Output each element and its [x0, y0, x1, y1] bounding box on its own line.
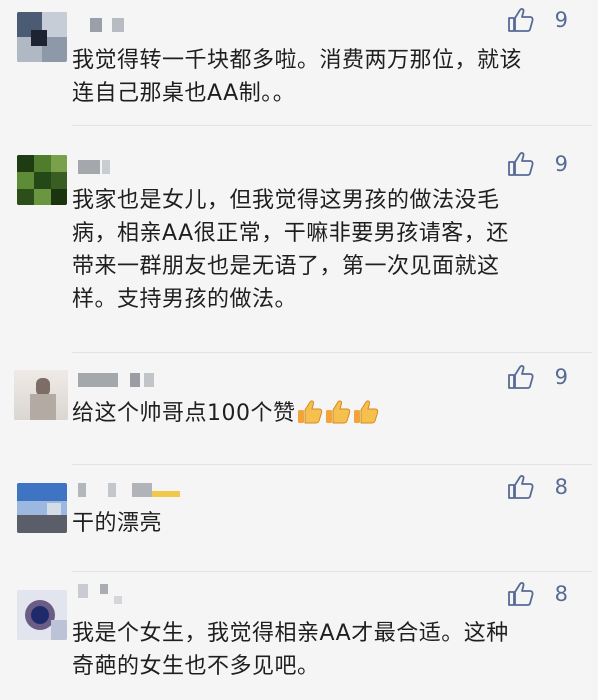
like-count: 8: [554, 475, 568, 499]
thumbs-up-icon[interactable]: [506, 363, 536, 391]
avatar[interactable]: [17, 12, 67, 62]
comment-item: 9 我家也是女儿，但我觉得这男孩的做法没毛病，相亲AA很正常，干嘛非要男孩请客，…: [0, 126, 592, 352]
comment-text: 我觉得转一千块都多啦。消费两万那位，就该连自己那桌也AA制。。: [72, 48, 523, 106]
comment-item: 8 我是个女生，我觉得相亲AA才最合适。这种奇葩的女生也不多见吧。: [0, 572, 592, 700]
comment-text: 我是个女生，我觉得相亲AA才最合适。这种奇葩的女生也不多见吧。: [72, 621, 509, 679]
comment-text: 我家也是女儿，但我觉得这男孩的做法没毛病，相亲AA很正常，干嘛非要男孩请客，还带…: [72, 188, 509, 312]
thumbs-up-emoji-icon: [297, 400, 322, 424]
like-count: 9: [554, 365, 568, 389]
like-count: 9: [554, 8, 568, 32]
thumbs-up-emoji-icon: [353, 400, 378, 424]
thumbs-up-icon[interactable]: [506, 580, 536, 608]
comment-item: 9 给这个帅哥点100个赞: [0, 353, 592, 464]
comment-item: 9 我觉得转一千块都多啦。消费两万那位，就该连自己那桌也AA制。。: [0, 0, 592, 125]
avatar[interactable]: [17, 483, 67, 533]
commenter-name[interactable]: [78, 373, 198, 391]
avatar[interactable]: [14, 370, 68, 420]
comment-text-body: 给这个帅哥点100个赞: [72, 401, 296, 426]
comment-text: 给这个帅哥点100个赞: [72, 397, 528, 430]
thumbs-up-icon[interactable]: [506, 6, 536, 34]
thumbs-up-emoji-icon: [325, 400, 350, 424]
avatar[interactable]: [17, 155, 67, 205]
avatar[interactable]: [17, 590, 67, 640]
commenter-name[interactable]: [78, 584, 198, 604]
thumbs-up-icon[interactable]: [506, 473, 536, 501]
thumbs-up-icon[interactable]: [506, 150, 536, 178]
commenter-name[interactable]: [78, 160, 198, 178]
comment-item: 8 干的漂亮: [0, 465, 592, 571]
commenter-name[interactable]: [78, 483, 198, 501]
like-count: 9: [554, 152, 568, 176]
comment-list: 9 我觉得转一千块都多啦。消费两万那位，就该连自己那桌也AA制。。 9 我家也是…: [0, 0, 592, 700]
commenter-name[interactable]: [78, 18, 198, 36]
like-count: 8: [554, 582, 568, 606]
comment-text: 干的漂亮: [72, 511, 163, 536]
